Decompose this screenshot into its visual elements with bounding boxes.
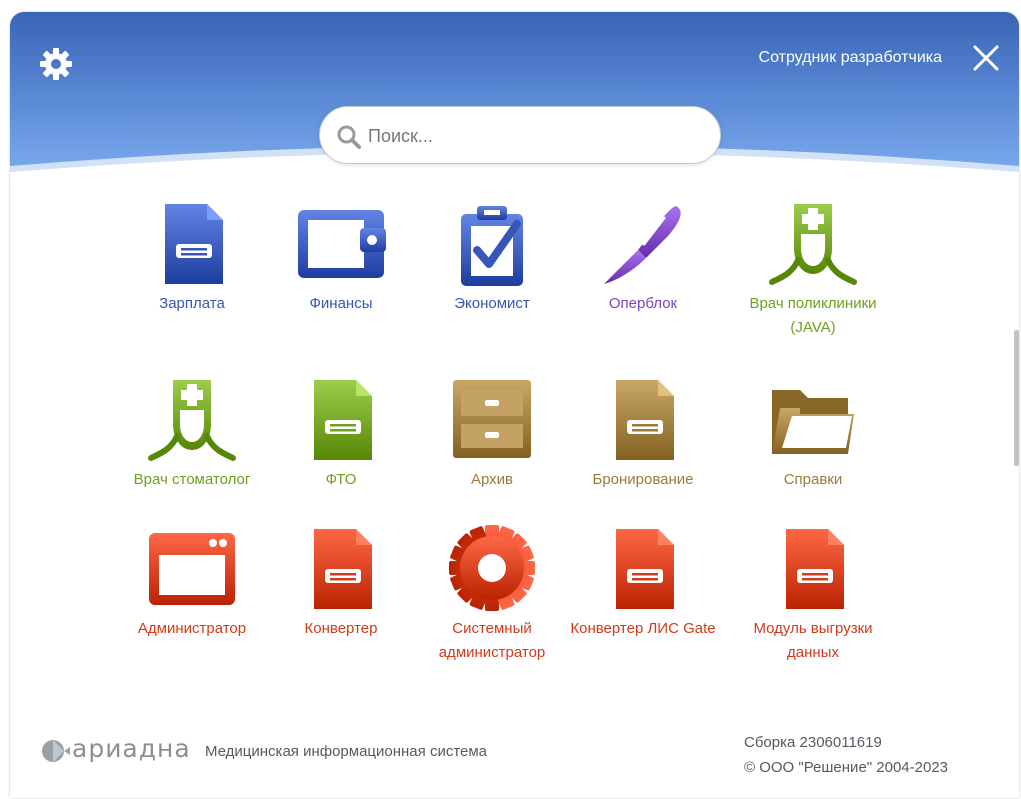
ariadna-logo-icon [42,740,70,762]
document-icon [568,374,718,464]
app-label: Системный администратор [438,620,546,661]
gear-icon [40,48,72,80]
app-label: Бронирование [592,471,694,488]
app-label: Оперблок [608,295,678,312]
doctor-icon [117,374,267,464]
app-tile[interactable]: Справки [738,374,888,492]
cabinet-icon [417,374,567,464]
app-tile[interactable]: Бронирование [568,374,718,492]
clipboard-check-icon [417,198,567,288]
document-icon [738,523,888,613]
search-icon [337,125,361,149]
build-number: Сборка 2306011619 [744,734,882,751]
app-tile[interactable]: Врач стоматолог [117,374,267,492]
scalpel-icon [568,198,718,288]
app-tile[interactable]: Архив [417,374,567,492]
app-label: Администратор [137,620,247,637]
app-tile[interactable]: Конвертер [266,523,416,641]
document-icon [117,198,267,288]
app-label: Конвертер ЛИС Gate [570,620,716,637]
doctor-icon [738,198,888,288]
app-tile[interactable]: Конвертер ЛИС Gate [568,523,718,641]
gear-icon [417,523,567,613]
brand-subtitle: Медицинская информационная система [205,743,488,760]
launcher-window: Сотрудник разработчика Зарплата Финансы … [10,12,1019,798]
app-label: Конвертер [304,620,378,637]
app-label: Врач поликлиники (JAVA) [749,295,877,336]
folder-icon [738,374,888,464]
document-icon [266,523,416,613]
window-icon [117,523,267,613]
document-icon [266,374,416,464]
app-tile[interactable]: Оперблок [568,198,718,316]
close-icon [973,45,999,71]
document-icon [568,523,718,613]
app-label: Врач стоматолог [133,471,251,488]
close-button[interactable] [971,43,1001,73]
app-label: Справки [783,471,843,488]
copyright: © ООО "Решение" 2004-2023 [744,759,949,776]
app-tile[interactable]: ФТО [266,374,416,492]
app-tile[interactable]: Зарплата [117,198,267,316]
app-tile[interactable]: Системный администратор [417,523,567,665]
wallet-icon [266,198,416,288]
app-tile[interactable]: Врач поликлиники (JAVA) [738,198,888,340]
search-input[interactable] [366,121,700,151]
settings-button[interactable] [38,46,74,82]
brand-name: ариадна [72,734,191,763]
app-tile[interactable]: Экономист [417,198,567,316]
app-label: Экономист [454,295,530,312]
app-tile[interactable]: Администратор [117,523,267,641]
app-label: Архив [470,471,514,488]
app-label: Зарплата [159,295,225,312]
scrollbar[interactable] [1014,330,1019,466]
app-label: ФТО [325,471,357,488]
search-box[interactable] [319,106,721,164]
app-label: Модуль выгрузки данных [753,620,873,661]
app-tile[interactable]: Модуль выгрузки данных [738,523,888,665]
app-tile[interactable]: Финансы [266,198,416,316]
app-label: Финансы [309,295,373,312]
current-user-name: Сотрудник разработчика [758,49,942,66]
